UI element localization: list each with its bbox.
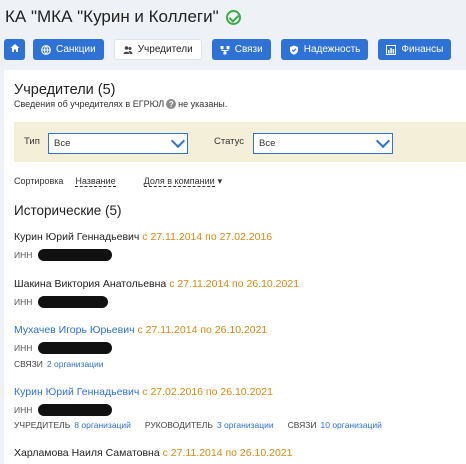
type-select[interactable]: Все: [48, 133, 188, 154]
sort-row: Сортировка Название Доля в компании ▾: [14, 176, 222, 187]
page-header: КА "МКА "Курин и Коллеги": [5, 6, 241, 28]
founder-label: УЧРЕДИТЕЛЬ: [14, 420, 71, 430]
type-select-value: Все: [54, 138, 71, 149]
founder-inn: ИНН: [14, 249, 113, 261]
historical-heading: Исторические (5): [14, 203, 122, 218]
status-filter-label: Статус: [214, 136, 245, 147]
founder-row: Харламова Наиля Саматовна с 27.11.2014 п…: [14, 447, 292, 459]
founder-dates: с 27.02.2016 по 26.10.2021: [142, 386, 273, 398]
bar-chart-icon: [386, 44, 397, 55]
founders-note-tail: не указаны.: [178, 99, 228, 109]
founders-note: Сведения об учредителях в ЕГРЮЛ ? не ука…: [14, 99, 227, 109]
founder-row: Курин Юрий Геннадьевич с 27.02.2016 по 2…: [14, 386, 273, 398]
founder-inn: ИНН: [14, 342, 113, 354]
founder-name: Харламова Наиля Саматовна: [14, 447, 160, 459]
founder-row: Мухачев Игорь Юрьевич с 27.11.2014 по 26…: [14, 324, 267, 336]
founder-dates: с 27.11.2014 по 27.02.2016: [142, 231, 273, 243]
founder-orgs-link[interactable]: 8 организаций: [74, 420, 131, 430]
links-label: СВЯЗИ: [287, 420, 317, 430]
tab-home[interactable]: [4, 39, 25, 60]
inn-redacted: [38, 404, 113, 416]
founder-inn: ИНН: [14, 404, 113, 416]
tab-links[interactable]: Связи: [211, 39, 271, 60]
founder-inn: ИНН: [14, 296, 109, 308]
sort-label: Сортировка: [14, 176, 64, 186]
founders-panel: Учредители (5) Сведения об учредителях в…: [4, 70, 466, 464]
chevron-down-icon: [170, 133, 186, 149]
help-icon[interactable]: ?: [166, 99, 177, 109]
sort-by-share[interactable]: Доля в компании: [143, 176, 215, 187]
founder-dates: с 27.11.2014 по 26.10.2021: [169, 278, 300, 290]
section-tabs: Санкции Учредители Связи Надежность Фина…: [4, 39, 461, 60]
inn-label: ИНН: [14, 405, 33, 415]
founder-name-link[interactable]: Курин Юрий Геннадьевич: [14, 386, 139, 398]
sort-arrow-icon: ▾: [217, 176, 223, 186]
head-orgs-link[interactable]: 3 организации: [217, 420, 274, 430]
founder-meta: УЧРЕДИТЕЛЬ 8 организаций РУКОВОДИТЕЛЬ 3 …: [14, 420, 396, 430]
inn-label: ИНН: [14, 250, 33, 260]
tab-founders-label: Учредители: [137, 44, 193, 55]
tab-reliability-label: Надежность: [303, 44, 361, 55]
globe-icon: [41, 44, 51, 55]
founders-heading: Учредители (5): [14, 82, 116, 98]
founder-dates: с 27.11.2014 по 26.10.2021: [137, 324, 268, 336]
inn-label: ИНН: [14, 343, 33, 353]
home-icon: [10, 43, 20, 56]
chevron-down-icon: [375, 133, 391, 149]
founder-row: Курин Юрий Геннадьевич с 27.11.2014 по 2…: [14, 231, 272, 243]
people-icon: [123, 45, 133, 55]
founder-name: Курин Юрий Геннадьевич: [14, 231, 140, 243]
links-link[interactable]: 10 организаций: [321, 420, 382, 430]
links-link[interactable]: 2 организации: [47, 359, 104, 369]
inn-redacted: [38, 342, 113, 354]
head-label: РУКОВОДИТЕЛЬ: [144, 420, 213, 430]
sort-by-name[interactable]: Название: [75, 176, 116, 187]
verified-check-icon: [225, 9, 241, 25]
inn-redacted: [38, 296, 109, 308]
founder-name: Шакина Виктория Анатольевна: [14, 278, 167, 290]
type-filter-label: Тип: [24, 136, 40, 147]
inn-label: ИНН: [14, 297, 33, 307]
links-label: СВЯЗИ: [14, 359, 43, 369]
founder-meta: СВЯЗИ 2 организации: [14, 359, 118, 369]
shield-icon: [289, 45, 299, 55]
tab-finance-label: Финансы: [401, 44, 444, 55]
tab-sanctions-label: Санкции: [56, 44, 96, 55]
founder-name-link[interactable]: Мухачев Игорь Юрьевич: [14, 324, 135, 336]
tab-founders[interactable]: Учредители: [113, 39, 202, 60]
inn-redacted: [38, 249, 113, 261]
tab-finance[interactable]: Финансы: [378, 39, 452, 60]
founders-note-text: Сведения об учредителях в ЕГРЮЛ: [14, 99, 165, 109]
tab-reliability[interactable]: Надежность: [280, 39, 369, 60]
founder-dates: с 27.11.2014 по 26.10.2021: [162, 447, 293, 459]
company-title: КА "МКА "Курин и Коллеги": [5, 7, 219, 26]
filter-bar: Тип Все Статус Все: [14, 122, 466, 162]
founder-row: Шакина Виктория Анатольевна с 27.11.2014…: [14, 278, 299, 290]
network-icon: [220, 45, 230, 55]
tab-links-label: Связи: [234, 44, 263, 55]
status-select[interactable]: Все: [253, 133, 393, 154]
tab-sanctions[interactable]: Санкции: [33, 39, 104, 60]
status-select-value: Все: [259, 138, 276, 149]
